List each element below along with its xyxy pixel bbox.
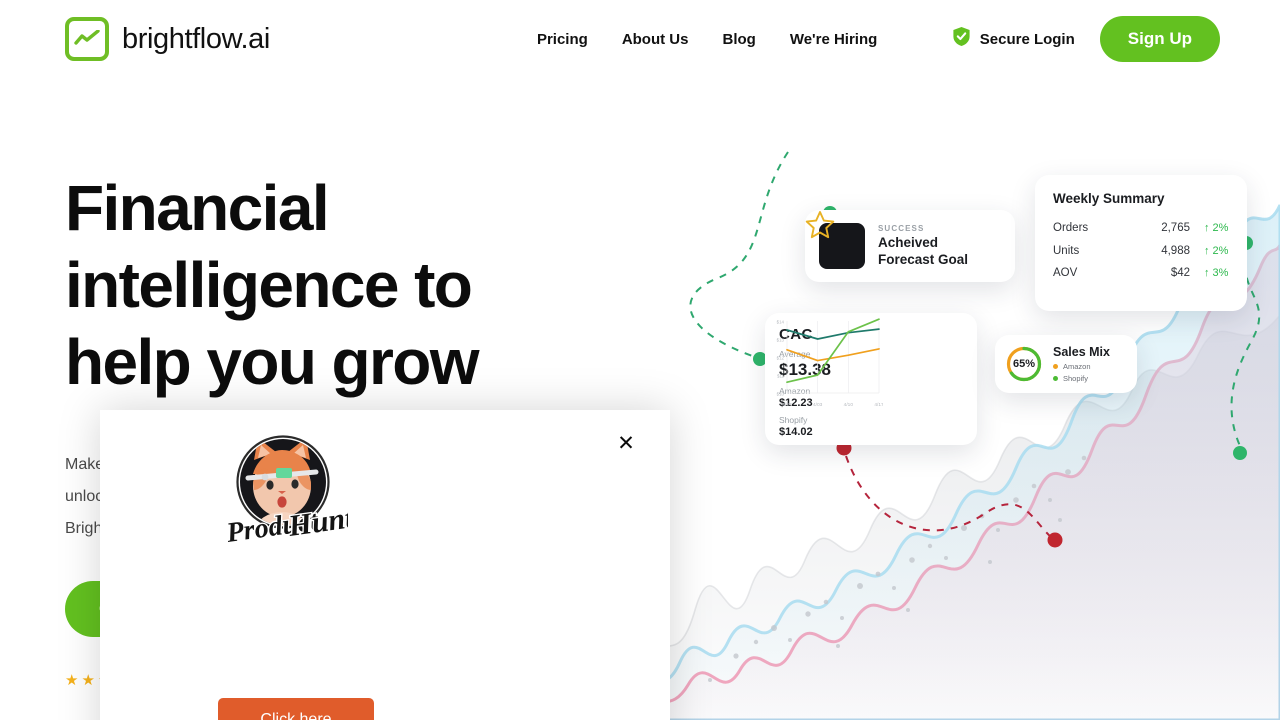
close-icon[interactable]: ✕ <box>613 430 639 456</box>
sales-mix-title: Sales Mix <box>1053 345 1110 359</box>
nav-item-about-us[interactable]: About Us <box>605 31 706 48</box>
legend-swatch <box>1053 376 1058 381</box>
svg-text:4/03: 4/03 <box>813 402 823 408</box>
metric-delta: ↑ 2% <box>1204 222 1229 235</box>
click-here-button[interactable]: Click here <box>218 698 374 720</box>
sign-up-button[interactable]: Sign Up <box>1099 16 1220 62</box>
red-node-dot <box>1047 532 1063 548</box>
nav-item-were-hiring[interactable]: We're Hiring <box>773 31 894 48</box>
table-row: Orders 2,765 ↑ 2% <box>1053 217 1229 240</box>
shield-check-icon <box>952 26 971 52</box>
svg-text:$10: $10 <box>777 391 785 396</box>
donut-chart: 65% <box>1005 345 1043 383</box>
product-hunt-cat-logo: Product Hunt <box>218 430 358 560</box>
sales-mix-card[interactable]: 65% Sales Mix Amazon Shopify <box>995 335 1137 393</box>
star-icon <box>805 211 865 269</box>
svg-text:3/27: 3/27 <box>782 402 792 408</box>
svg-text:$12: $12 <box>777 355 785 360</box>
metric-label: Orders <box>1053 222 1089 235</box>
forecast-eyebrow: SUCCESS <box>878 224 925 233</box>
secure-login-link[interactable]: Secure Login <box>952 26 1075 52</box>
secure-login-label: Secure Login <box>979 30 1075 48</box>
metric-delta: ↑ 2% <box>1204 244 1229 257</box>
legend-item: Shopify <box>1053 374 1110 383</box>
table-row: Units 4,988 ↑ 2% <box>1053 240 1229 263</box>
metric-value: $42 <box>1170 267 1190 280</box>
metric-label: AOV <box>1053 267 1078 280</box>
weekly-summary-card[interactable]: Weekly Summary Orders 2,765 ↑ 2% Units 4… <box>1035 175 1247 311</box>
chart-line-box-icon <box>65 17 109 61</box>
hero-visual: SUCCESS Acheived Forecast Goal Weekly Su… <box>640 90 1280 720</box>
logo-text: brightflow.ai <box>122 22 270 55</box>
page-title: Financial intelligence to help you grow <box>65 172 480 398</box>
forecast-title-line2: Forecast Goal <box>878 251 969 267</box>
forecast-goal-card[interactable]: SUCCESS Acheived Forecast Goal <box>805 210 1015 282</box>
green-node-dot <box>1233 446 1247 460</box>
legend-label: Shopify <box>1063 374 1089 383</box>
svg-text:4/17: 4/17 <box>874 402 883 408</box>
legend-item: Amazon <box>1053 362 1110 371</box>
svg-text:4/10: 4/10 <box>844 402 854 408</box>
metric-delta: ↑ 3% <box>1204 267 1229 280</box>
weekly-summary-title: Weekly Summary <box>1053 191 1165 206</box>
legend-label: Amazon <box>1063 362 1091 371</box>
metric-label: Units <box>1053 244 1080 257</box>
metric-value: 4,988 <box>1161 244 1190 257</box>
svg-text:$14: $14 <box>777 319 785 324</box>
cac-card[interactable]: CAC Average $13.38 Amazon $12.23 Shopify… <box>765 313 977 445</box>
cac-metric-value: $14.02 <box>779 426 813 438</box>
site-header: brightflow.ai Pricing About Us Blog We'r… <box>0 0 1280 78</box>
metric-value: 2,765 <box>1161 222 1190 235</box>
donut-percent: 65% <box>1012 358 1036 370</box>
logo[interactable]: brightflow.ai <box>65 17 270 61</box>
promo-modal: ✕ Product Hunt Click here <box>100 410 670 720</box>
svg-text:$13: $13 <box>777 337 785 342</box>
forecast-title-line1: Acheived <box>878 235 939 250</box>
header-actions: Secure Login Sign Up <box>952 16 1220 62</box>
nav-item-blog[interactable]: Blog <box>705 31 772 48</box>
legend-swatch <box>1053 364 1058 369</box>
table-row: AOV $42 ↑ 3% <box>1053 262 1229 285</box>
svg-text:$11: $11 <box>777 373 785 378</box>
nav-item-pricing[interactable]: Pricing <box>520 31 605 48</box>
main-nav: Pricing About Us Blog We're Hiring <box>520 31 894 48</box>
